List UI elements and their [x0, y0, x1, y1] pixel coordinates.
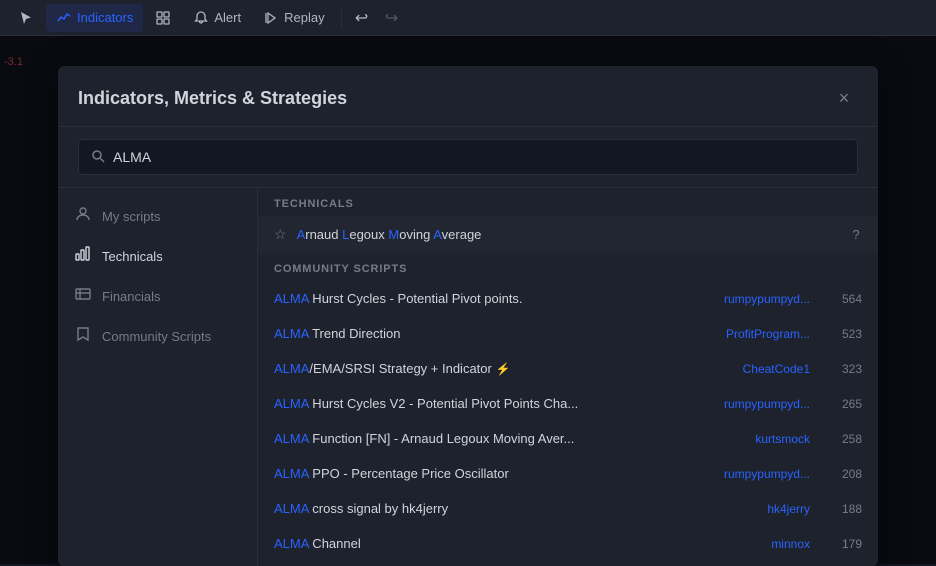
toolbar-divider — [341, 8, 342, 28]
technicals-icon — [74, 246, 92, 266]
table-row[interactable]: ALMA Trend Direction ProfitProgram... 52… — [258, 316, 878, 351]
layout-btn[interactable] — [145, 4, 181, 32]
result-name: ALMA/EMA/SRSI Strategy + Indicator ⚡ — [274, 361, 710, 376]
replay-btn[interactable]: Replay — [253, 4, 334, 32]
result-name: ALMA Trend Direction — [274, 326, 710, 341]
result-count: 564 — [830, 292, 862, 306]
modal-title: Indicators, Metrics & Strategies — [78, 88, 347, 109]
result-name: ALMA Hurst Cycles V2 - Potential Pivot P… — [274, 396, 710, 411]
alert-label: Alert — [214, 10, 241, 25]
result-name: ALMA PPO - Percentage Price Oscillator — [274, 466, 710, 481]
search-input-wrap — [78, 139, 858, 175]
result-name: Arnaud Legoux Moving Average — [297, 227, 862, 242]
table-row[interactable]: ALMA Function [FN] - Arnaud Legoux Movin… — [258, 421, 878, 456]
financials-icon — [74, 286, 92, 306]
result-count: 265 — [830, 397, 862, 411]
result-count: 179 — [830, 537, 862, 551]
undo-icon: ↩ — [355, 8, 368, 28]
help-icon[interactable]: ? — [846, 225, 866, 245]
alert-btn[interactable]: Alert — [183, 4, 251, 32]
search-input[interactable] — [113, 149, 845, 165]
technicals-section-header: TECHNICALS — [258, 188, 878, 216]
result-author: rumpypumpyd... — [710, 292, 810, 306]
sidebar-item-my-scripts[interactable]: My scripts — [58, 196, 257, 236]
modal-close-btn[interactable]: × — [830, 84, 858, 112]
undo-btn[interactable]: ↩ — [348, 4, 376, 32]
redo-icon: ↪ — [385, 8, 398, 28]
a-highlight: A — [433, 227, 441, 242]
table-row[interactable]: ALMA PPO - Percentage Price Oscillator r… — [258, 456, 878, 491]
sidebar-item-technicals[interactable]: Technicals — [58, 236, 257, 276]
sidebar-my-scripts-label: My scripts — [102, 209, 161, 224]
community-icon — [74, 326, 92, 346]
replay-label: Replay — [284, 10, 324, 25]
results-pane[interactable]: TECHNICALS ☆ Arnaud Legoux Moving Averag… — [258, 188, 878, 566]
result-author: kurtsmock — [710, 432, 810, 446]
table-row[interactable]: ALMA Hurst Cycles - Potential Pivot poin… — [258, 281, 878, 316]
indicators-icon — [56, 10, 72, 26]
alma-text: A — [297, 227, 306, 242]
layout-icon — [155, 10, 171, 26]
result-name: ALMA cross signal by hk4jerry — [274, 501, 710, 516]
search-bar — [58, 127, 878, 188]
table-row[interactable]: ALMA/EMA/SRSI Strategy + Indicator ⚡ Che… — [258, 351, 878, 386]
m-highlight: M — [388, 227, 399, 242]
result-name: ALMA Hurst Cycles - Potential Pivot poin… — [274, 291, 710, 306]
modal-overlay: Indicators, Metrics & Strategies × — [0, 36, 936, 564]
sidebar-item-financials[interactable]: Financials — [58, 276, 257, 316]
cursor-tool-btn[interactable] — [8, 4, 44, 32]
modal: Indicators, Metrics & Strategies × — [58, 66, 878, 566]
indicators-btn[interactable]: Indicators — [46, 4, 143, 32]
redo-btn[interactable]: ↪ — [378, 4, 406, 32]
table-row[interactable]: ALMA cross signal by hk4jerry hk4jerry 1… — [258, 491, 878, 526]
toolbar: Indicators Alert Replay — [0, 0, 936, 36]
star-icon[interactable]: ☆ — [274, 226, 287, 243]
modal-body: My scripts Technicals — [58, 188, 878, 566]
sidebar-item-community-scripts[interactable]: Community Scripts — [58, 316, 257, 356]
sidebar-technicals-label: Technicals — [102, 249, 163, 264]
result-count: 523 — [830, 327, 862, 341]
result-author: minnox — [710, 537, 810, 551]
result-name: ALMA Channel — [274, 536, 710, 551]
strategy-icon: ⚡ — [495, 362, 510, 376]
result-author: hk4jerry — [710, 502, 810, 516]
sidebar: My scripts Technicals — [58, 188, 258, 566]
community-section-header: COMMUNITY SCRIPTS — [258, 253, 878, 281]
result-author: rumpypumpyd... — [710, 467, 810, 481]
alert-icon — [193, 10, 209, 26]
close-icon: × — [839, 88, 850, 109]
table-row[interactable]: ☆ Arnaud Legoux Moving Average ? — [258, 216, 878, 253]
result-author: CheatCode1 — [710, 362, 810, 376]
search-icon — [91, 149, 105, 166]
sidebar-community-label: Community Scripts — [102, 329, 211, 344]
user-icon — [74, 206, 92, 226]
result-count: 208 — [830, 467, 862, 481]
table-row[interactable]: ALMA Hurst Cycles V2 - Potential Pivot P… — [258, 386, 878, 421]
modal-header: Indicators, Metrics & Strategies × — [58, 66, 878, 127]
indicators-label: Indicators — [77, 10, 133, 25]
replay-icon — [263, 10, 279, 26]
result-name: ALMA Function [FN] - Arnaud Legoux Movin… — [274, 431, 710, 446]
cursor-icon — [18, 10, 34, 26]
sidebar-financials-label: Financials — [102, 289, 161, 304]
result-count: 258 — [830, 432, 862, 446]
result-count: 323 — [830, 362, 862, 376]
result-author: ProfitProgram... — [710, 327, 810, 341]
table-row[interactable]: ALMA Channel minnox 179 — [258, 526, 878, 561]
result-count: 188 — [830, 502, 862, 516]
result-author: rumpypumpyd... — [710, 397, 810, 411]
